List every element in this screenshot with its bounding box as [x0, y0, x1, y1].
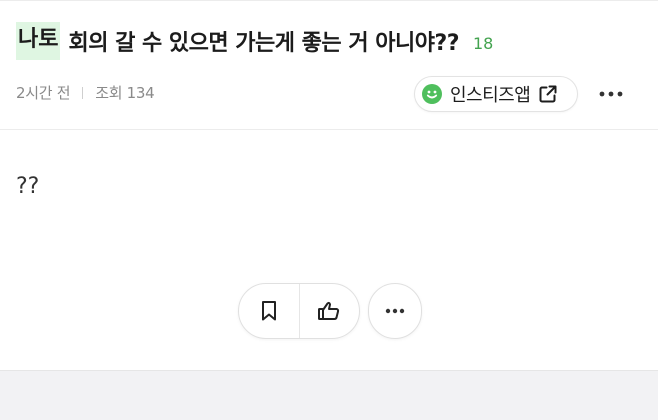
post-more-button[interactable]: [598, 84, 624, 104]
card-bottom-border: [0, 370, 658, 371]
meta-separator: [82, 86, 84, 99]
post-body: ??: [16, 174, 40, 199]
more-horizontal-icon: [385, 308, 405, 314]
thumbs-up-icon: [318, 301, 340, 320]
top-border: [0, 0, 658, 1]
open-app-button[interactable]: 인스티즈앱: [414, 76, 578, 112]
post-title-row: 나토 회의 갈 수 있으면 가는게 좋는 거 아니야?? 18: [16, 22, 493, 60]
reaction-button-group: [238, 283, 360, 339]
external-link-icon: [539, 85, 557, 103]
like-button[interactable]: [300, 284, 360, 338]
category-tag[interactable]: 나토: [16, 22, 61, 60]
bookmark-button[interactable]: [239, 284, 299, 338]
open-app-label: 인스티즈앱: [450, 85, 531, 106]
more-actions-button[interactable]: [368, 283, 422, 339]
more-horizontal-icon: [599, 91, 623, 97]
smile-icon: [422, 84, 442, 104]
header-divider: [0, 129, 658, 130]
comment-count[interactable]: 18: [473, 34, 493, 53]
post-meta: 2시간 전 조회 134: [16, 82, 155, 103]
bookmark-icon: [261, 301, 276, 321]
post-card: 나토 회의 갈 수 있으면 가는게 좋는 거 아니야?? 18 2시간 전 조회…: [0, 0, 658, 370]
post-title: 회의 갈 수 있으면 가는게 좋는 거 아니야??: [68, 31, 459, 56]
post-time: 2시간 전: [16, 84, 71, 102]
view-count: 조회 134: [95, 84, 155, 102]
